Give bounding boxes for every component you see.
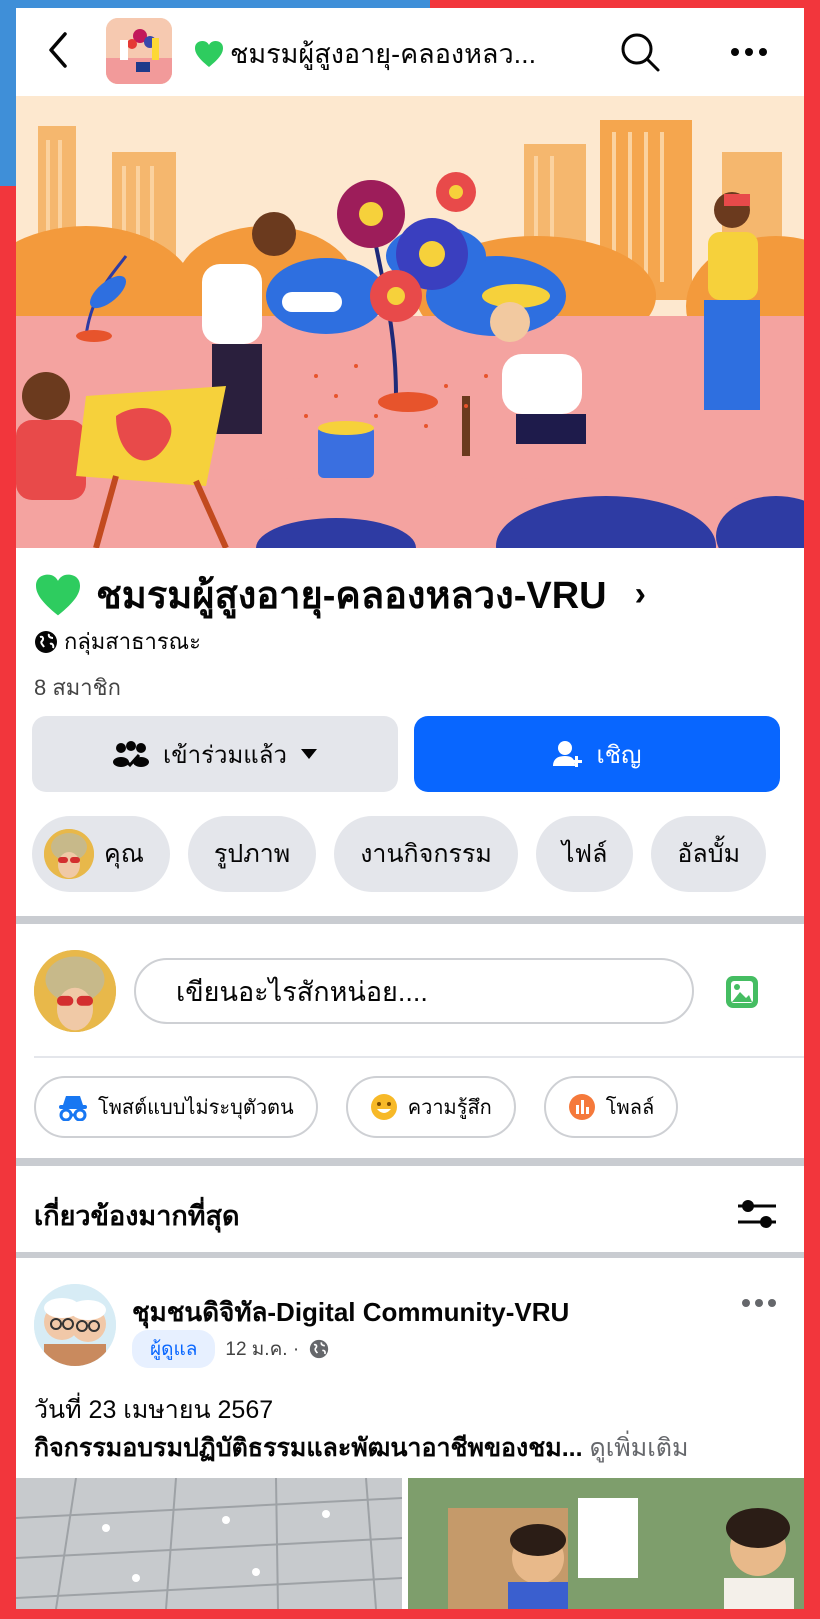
- globe-icon: [35, 630, 57, 653]
- post-composer-input[interactable]: เขียนอะไรสักหน่อย....: [134, 958, 694, 1024]
- tab-photos[interactable]: รูปภาพ: [187, 816, 317, 892]
- group-name-text: ชมรมผู้สูงอายุ-คลองหลวง-VRU: [96, 575, 607, 617]
- topbar-title[interactable]: ชมรมผู้สูงอายุ-คลองหลว...: [194, 32, 536, 75]
- admin-badge: ผู้ดูแล: [132, 1330, 216, 1368]
- section-divider: [16, 1252, 804, 1258]
- more-horizontal-icon: [742, 1299, 776, 1307]
- divider: [34, 1056, 804, 1058]
- post-photo-art: [16, 1478, 402, 1609]
- action-label: ความรู้สึก: [407, 1097, 492, 1119]
- back-button[interactable]: [36, 28, 80, 72]
- chip-label: คุณ: [104, 840, 144, 868]
- chip-label: งานกิจกรรม: [360, 840, 492, 868]
- avatar-art: [44, 829, 94, 879]
- joined-button[interactable]: เข้าร่วมแล้ว: [32, 716, 398, 792]
- tab-albums[interactable]: อัลบั้ม: [651, 816, 767, 892]
- post-action-bar: โพสต์แบบไม่ระบุตัวตน ความรู้สึก โพลล์: [34, 1076, 679, 1138]
- search-icon: [621, 33, 660, 72]
- cover-illustration: [16, 96, 804, 548]
- avatar: [44, 829, 94, 879]
- cover-photo[interactable]: [16, 96, 804, 548]
- top-app-bar: ชมรมผู้สูงอายุ-คลองหลว...: [16, 8, 804, 96]
- feeling-button[interactable]: ความรู้สึก: [345, 1076, 516, 1138]
- group-tabs: คุณ รูปภาพ งานกิจกรรม ไฟล์ อัลบั้ม: [32, 816, 767, 892]
- more-horizontal-icon: [731, 48, 767, 56]
- section-divider: [16, 1158, 804, 1166]
- chevron-right-icon: ›: [634, 575, 646, 613]
- avatar-art: [34, 950, 116, 1032]
- action-label: โพสต์แบบไม่ระบุตัวตน: [98, 1097, 294, 1119]
- green-heart-icon: [195, 41, 223, 67]
- anonymous-post-button[interactable]: โพสต์แบบไม่ระบุตัวตน: [34, 1076, 318, 1138]
- invite-button[interactable]: เชิญ: [414, 716, 780, 792]
- section-divider: [16, 916, 804, 924]
- green-heart-icon: [36, 574, 80, 615]
- globe-icon: [310, 1339, 329, 1359]
- tab-files[interactable]: ไฟล์: [535, 816, 634, 892]
- group-privacy: กลุ่มสาธารณะ: [34, 624, 201, 659]
- post-photo-art: [408, 1478, 804, 1609]
- post-more-button[interactable]: [736, 1288, 782, 1318]
- member-count[interactable]: 8 สมาชิก: [34, 670, 121, 705]
- post-author-name[interactable]: ชุมชนดิจิทัล-Digital Community-VRU: [132, 1292, 569, 1333]
- more-options-button[interactable]: [724, 32, 774, 72]
- post-text-line: วันที่ 23 เมษายน 2567: [34, 1396, 274, 1424]
- sliders-icon: [738, 1200, 776, 1228]
- post-text: กิจกรรมอบรมปฏิบัติธรรมและพัฒนาอาชีพของชม…: [34, 1434, 583, 1462]
- search-button[interactable]: [618, 30, 662, 74]
- frame-accent-left: [0, 0, 16, 186]
- invite-label: เชิญ: [596, 741, 642, 769]
- phone-screen: ชมรมผู้สูงอายุ-คลองหลว... ชมรมผู้สูงอายุ…: [16, 8, 804, 1609]
- privacy-text: กลุ่มสาธารณะ: [64, 629, 201, 654]
- photo-icon: [726, 976, 758, 1008]
- feed-sort-label[interactable]: เกี่ยวข้องมากที่สุด: [34, 1194, 240, 1237]
- post-author-avatar[interactable]: [34, 1284, 116, 1366]
- poll-icon: [568, 1094, 595, 1120]
- add-photo-button[interactable]: [724, 974, 760, 1010]
- smiley-icon: [370, 1094, 397, 1120]
- chevron-left-icon: [49, 32, 67, 68]
- action-label: โพลล์: [605, 1097, 655, 1119]
- chip-label: อัลบั้ม: [677, 840, 741, 868]
- user-avatar[interactable]: [34, 950, 116, 1032]
- group-name[interactable]: ชมรมผู้สูงอายุ-คลองหลวง-VRU ›: [34, 564, 646, 625]
- joined-label: เข้าร่วมแล้ว: [163, 741, 287, 769]
- group-thumbnail[interactable]: [106, 18, 172, 84]
- post-photo[interactable]: [408, 1478, 804, 1609]
- see-more-link[interactable]: ดูเพิ่มเติม: [590, 1434, 689, 1462]
- feed-filter-button[interactable]: [734, 1194, 780, 1234]
- post-photo[interactable]: [16, 1478, 402, 1609]
- tab-events[interactable]: งานกิจกรรม: [334, 816, 518, 892]
- chip-label: รูปภาพ: [213, 840, 291, 868]
- anonymous-icon: [59, 1096, 87, 1121]
- topbar-title-text: ชมรมผู้สูงอายุ-คลองหลว...: [230, 39, 537, 69]
- avatar-art: [34, 1284, 116, 1366]
- chip-label: ไฟล์: [561, 840, 608, 868]
- composer-placeholder: เขียนอะไรสักหน่อย....: [176, 976, 428, 1007]
- caret-down-icon: [300, 749, 317, 759]
- post-date[interactable]: 12 ม.ค. ·: [225, 1334, 299, 1364]
- post-meta: ผู้ดูแล 12 ม.ค. ·: [132, 1330, 329, 1368]
- post-text-line: กิจกรรมอบรมปฏิบัติธรรมและพัฒนาอาชีพของชม…: [34, 1428, 689, 1468]
- group-thumbnail-art: [106, 18, 172, 84]
- frame-accent-top: [0, 0, 430, 8]
- group-members-icon: [113, 741, 150, 768]
- poll-button[interactable]: โพลล์: [543, 1076, 679, 1138]
- tab-you[interactable]: คุณ: [32, 816, 170, 892]
- add-person-icon: [552, 741, 582, 767]
